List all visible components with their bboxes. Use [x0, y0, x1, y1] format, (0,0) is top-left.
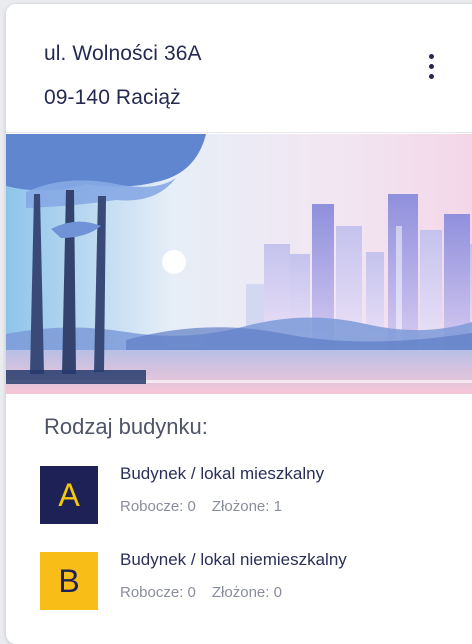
building-type-item-residential[interactable]: A Budynek / lokal mieszkalny Robocze: 0 Z… [40, 460, 470, 530]
more-vertical-icon[interactable] [414, 42, 448, 90]
address-city: 09-140 Raciąż [44, 86, 181, 109]
type-name: Budynek / lokal mieszkalny [120, 464, 325, 483]
draft-count: Robocze: 0 [120, 584, 196, 601]
city-landscape-illustration [6, 134, 472, 394]
type-counts: Robocze: 0 Złożone: 0 [120, 584, 282, 601]
type-badge: A [40, 466, 98, 524]
building-type-title: Rodzaj budynku: [44, 414, 208, 439]
type-name: Budynek / lokal niemieszkalny [120, 550, 347, 569]
menu-dot [428, 53, 434, 59]
draft-count: Robocze: 0 [120, 498, 196, 515]
card-header: ul. Wolności 36A 09-140 Raciąż [6, 4, 472, 133]
property-card: ul. Wolności 36A 09-140 Raciąż Rodzaj bu… [6, 4, 472, 644]
menu-dot [428, 63, 434, 69]
address-street: ul. Wolności 36A [44, 42, 202, 65]
building-type-item-nonresidential[interactable]: B Budynek / lokal niemieszkalny Robocze:… [40, 546, 470, 616]
menu-dot [428, 73, 434, 79]
type-counts: Robocze: 0 Złożone: 1 [120, 498, 282, 515]
type-badge: B [40, 552, 98, 610]
submitted-count: Złożone: 0 [211, 584, 282, 601]
submitted-count: Złożone: 1 [211, 498, 282, 515]
